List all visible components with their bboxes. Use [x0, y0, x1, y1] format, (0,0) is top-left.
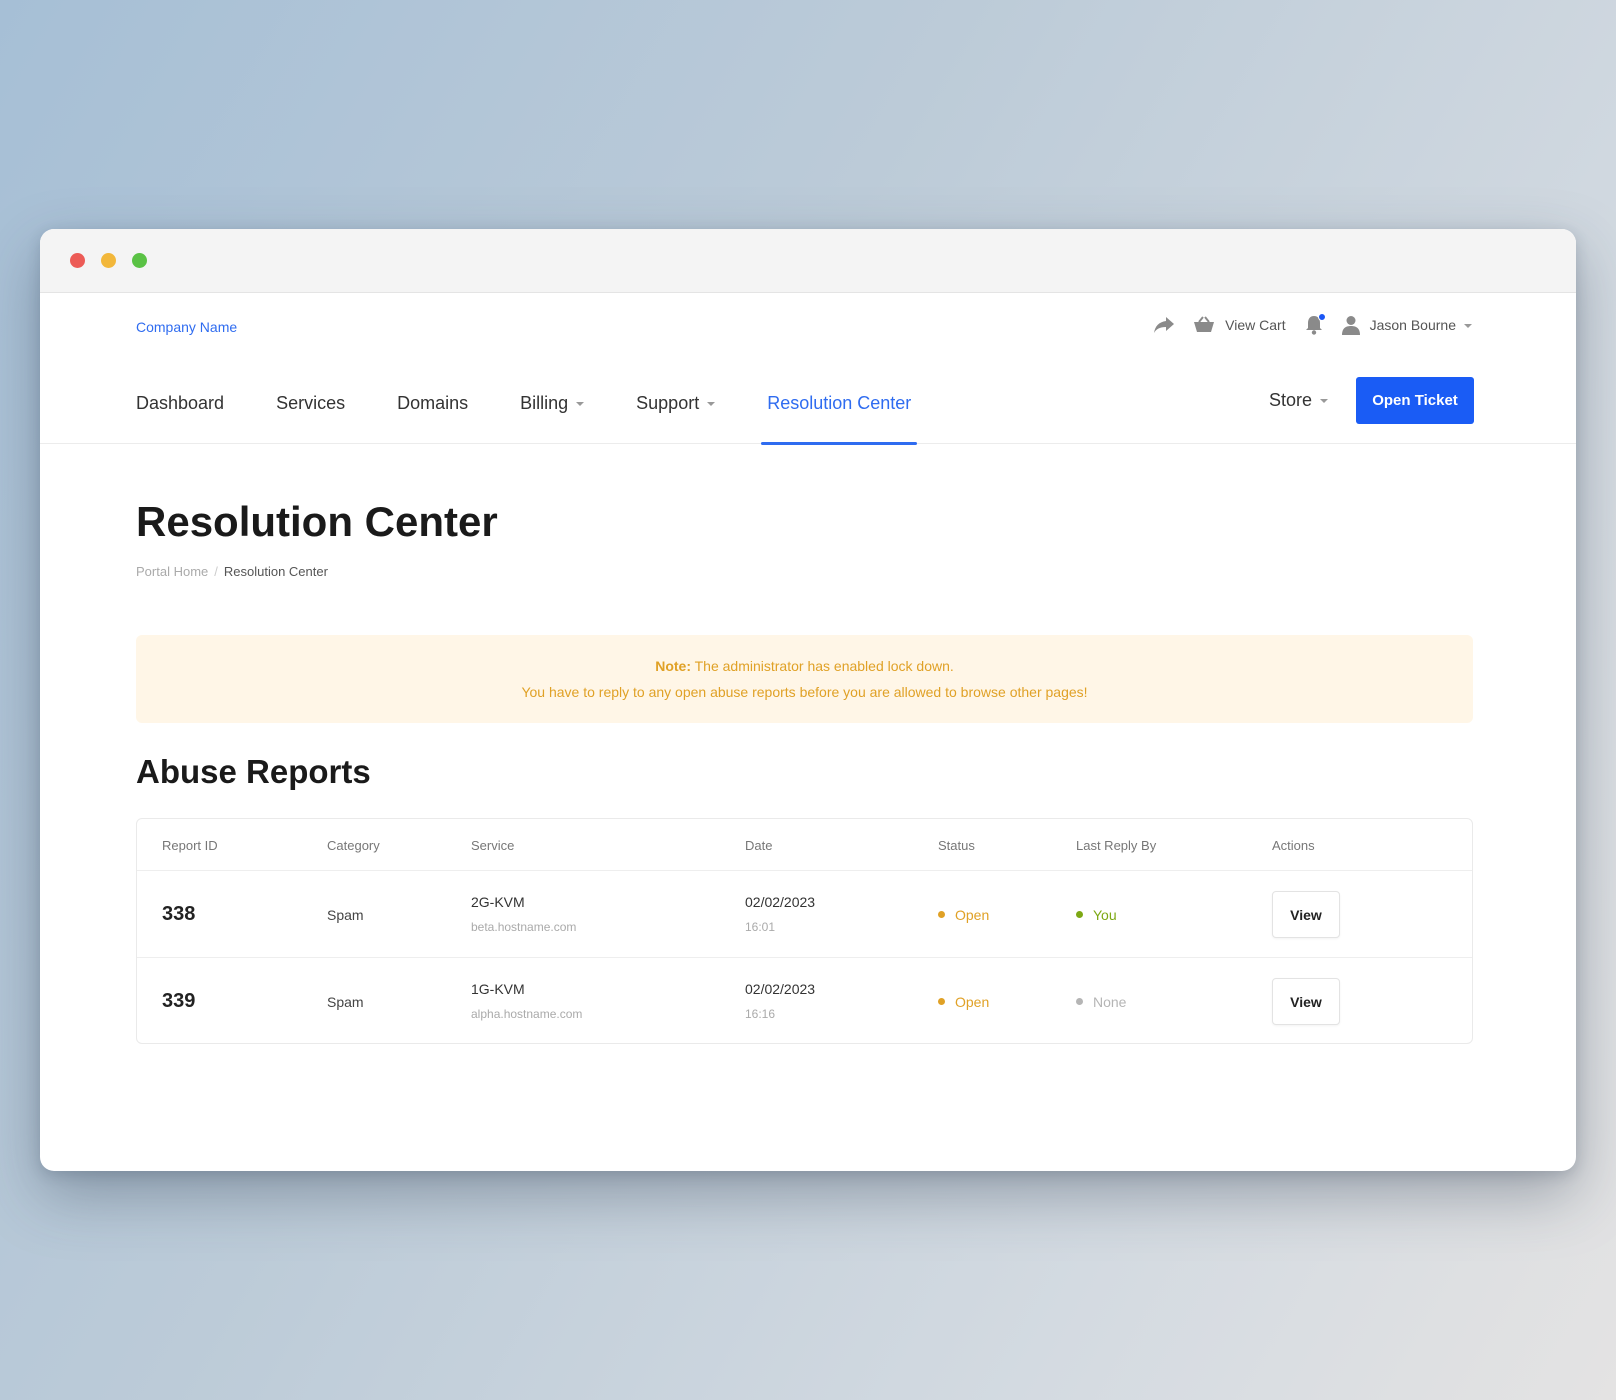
close-window-button[interactable]: [70, 253, 85, 268]
col-category: Category: [327, 838, 380, 853]
user-name: Jason Bourne: [1369, 317, 1456, 333]
view-cart-label: View Cart: [1225, 317, 1286, 333]
abuse-reports-table: Report ID Category Service Date Status L…: [136, 818, 1473, 1044]
nav-store-label: Store: [1268, 390, 1312, 410]
col-last-reply: Last Reply By: [1076, 838, 1157, 853]
last-reply-badge: None: [1076, 994, 1126, 1010]
report-category: Spam: [327, 994, 364, 1010]
alert-line1: The administrator has enabled lock down.: [694, 658, 954, 674]
service-hostname: beta.hostname.com: [471, 920, 577, 934]
nav-services[interactable]: Services: [276, 363, 345, 444]
lockdown-alert: Note: The administrator has enabled lock…: [136, 635, 1473, 723]
last-reply-label: You: [1093, 907, 1117, 923]
table-row: 338 Spam 2G-KVM beta.hostname.com 02/02/2…: [137, 871, 1472, 958]
nav-billing[interactable]: Billing: [520, 363, 585, 444]
browser-window: Company Name View Cart Jason Bourne Dash…: [40, 229, 1576, 1171]
status-dot-icon: [938, 997, 945, 1005]
service-name: 2G-KVM: [471, 894, 525, 910]
time-value: 16:01: [745, 920, 776, 934]
date-value: 02/02/2023: [745, 981, 816, 997]
share-icon: [1154, 317, 1175, 333]
report-date: 02/02/2023 16:16: [745, 981, 815, 1021]
page-title: Resolution Center: [136, 498, 498, 545]
section-title: Abuse Reports: [136, 753, 371, 790]
report-category: Spam: [327, 907, 364, 923]
report-service: 1G-KVM alpha.hostname.com: [471, 981, 582, 1021]
col-date: Date: [745, 838, 773, 853]
user-icon: [1341, 316, 1360, 335]
open-ticket-button[interactable]: Open Ticket: [1356, 377, 1474, 424]
nav-domains[interactable]: Domains: [397, 363, 468, 444]
alert-line2: You have to reply to any open abuse repo…: [521, 684, 1088, 700]
last-reply-badge: You: [1076, 907, 1117, 923]
report-service: 2G-KVM beta.hostname.com: [471, 894, 576, 934]
nav-billing-label: Billing: [520, 393, 569, 413]
view-cart-link[interactable]: View Cart: [1193, 316, 1286, 334]
view-report-button[interactable]: View: [1272, 978, 1340, 1025]
report-id: 339: [162, 990, 196, 1012]
report-date: 02/02/2023 16:01: [745, 894, 815, 934]
status-dot-icon: [1076, 910, 1083, 918]
chevron-down-icon: [707, 401, 716, 406]
top-right-actions: View Cart Jason Bourne: [1153, 313, 1472, 337]
notifications-button[interactable]: [1304, 313, 1326, 337]
status-dot-icon: [938, 910, 945, 918]
status-label: Open: [955, 907, 990, 923]
nav-dashboard[interactable]: Dashboard: [136, 363, 224, 444]
service-hostname: alpha.hostname.com: [471, 1007, 583, 1021]
service-name: 1G-KVM: [471, 981, 525, 997]
date-value: 02/02/2023: [745, 894, 816, 910]
col-actions: Actions: [1272, 838, 1315, 853]
status-badge: Open: [938, 907, 989, 923]
table-row: 339 Spam 1G-KVM alpha.hostname.com 02/02/…: [137, 958, 1472, 1045]
breadcrumb-current: Resolution Center: [223, 564, 328, 579]
time-value: 16:16: [745, 1007, 776, 1021]
user-menu[interactable]: Jason Bourne: [1341, 315, 1472, 335]
chevron-down-icon: [1320, 399, 1328, 404]
col-status: Status: [938, 838, 975, 853]
status-badge: Open: [938, 994, 989, 1010]
basket-icon: [1194, 316, 1215, 332]
view-report-button[interactable]: View: [1272, 891, 1340, 938]
breadcrumb-portal-home[interactable]: Portal Home: [136, 564, 208, 579]
col-service: Service: [471, 838, 515, 853]
last-reply-label: None: [1093, 994, 1127, 1010]
minimize-window-button[interactable]: [101, 253, 116, 268]
nav-support[interactable]: Support: [636, 363, 716, 444]
report-id: 338: [162, 903, 196, 925]
window-titlebar: [40, 229, 1576, 293]
row-actions: View: [1272, 891, 1340, 938]
share-button[interactable]: [1153, 316, 1175, 334]
table-header: Report ID Category Service Date Status L…: [137, 819, 1472, 871]
breadcrumb: Portal Home / Resolution Center: [136, 564, 328, 579]
notification-badge: [1317, 313, 1326, 321]
col-report-id: Report ID: [162, 838, 218, 853]
top-bar: Company Name View Cart Jason Bourne: [40, 293, 1576, 363]
status-label: Open: [955, 994, 990, 1010]
main-nav: Dashboard Services Domains Billing Suppo…: [40, 363, 1576, 445]
chevron-down-icon: [576, 401, 585, 406]
status-dot-icon: [1076, 997, 1083, 1005]
brand-link[interactable]: Company Name: [136, 319, 237, 335]
chevron-down-icon: [1464, 324, 1472, 329]
alert-note-label: Note:: [655, 658, 691, 674]
nav-store[interactable]: Store: [1269, 390, 1328, 411]
nav-support-label: Support: [636, 393, 700, 413]
maximize-window-button[interactable]: [132, 253, 147, 268]
row-actions: View: [1272, 978, 1340, 1025]
nav-resolution-center[interactable]: Resolution Center: [761, 363, 918, 445]
